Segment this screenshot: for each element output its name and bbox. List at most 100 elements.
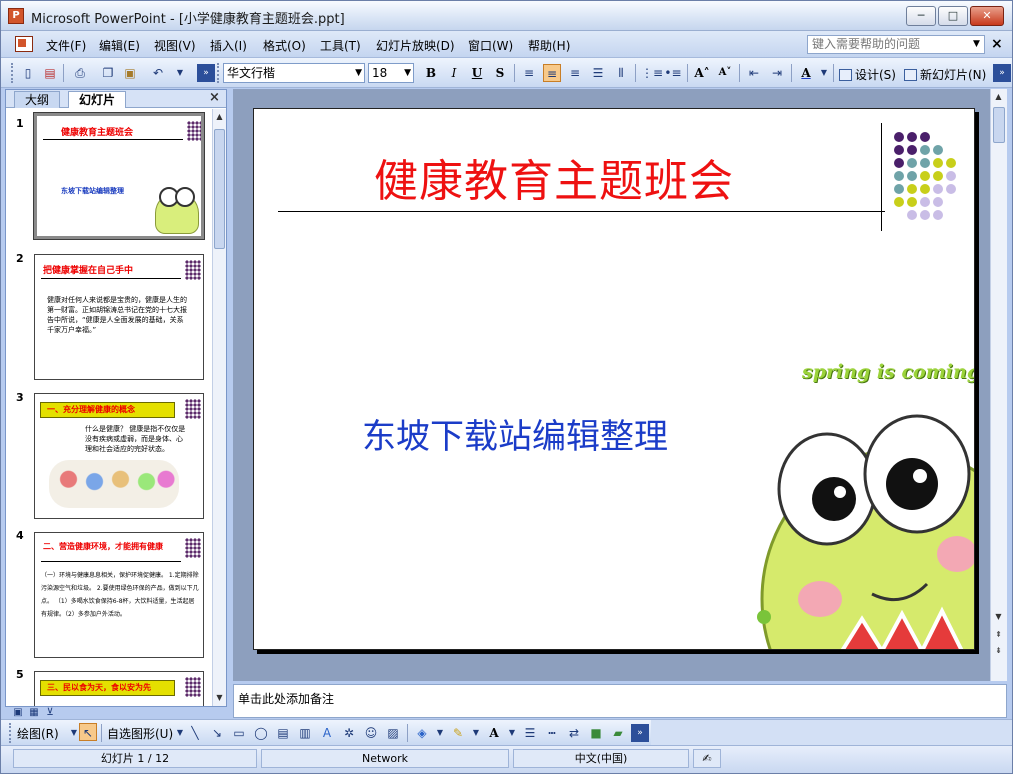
document-close-button[interactable]: × [991, 36, 1003, 52]
document-icon[interactable] [15, 36, 33, 52]
open-file-icon[interactable]: ▤ [41, 64, 59, 82]
next-slide-icon[interactable]: ⇟ [993, 645, 1004, 657]
align-center-icon[interactable]: ≡ [543, 64, 561, 82]
columns-icon[interactable]: ⫴ [612, 64, 630, 82]
align-left-icon[interactable]: ≡ [520, 64, 538, 82]
menu-edit[interactable]: 编辑(E) [99, 37, 140, 54]
current-slide[interactable]: 健康教育主题班会 东坡下载站编辑整理 spring is comin [253, 108, 975, 650]
decrease-font-icon[interactable]: A˅ [716, 64, 734, 82]
menu-help[interactable]: 帮助(H) [528, 37, 570, 54]
toolbar-options-icon[interactable]: » [197, 64, 215, 82]
undo-dropdown-icon[interactable]: ▼ [171, 64, 189, 82]
menu-insert[interactable]: 插入(I) [210, 37, 247, 54]
slide-thumbnail-5[interactable]: 三、民以食为天，食以安为先 [34, 671, 204, 706]
help-dropdown-arrow-icon[interactable]: ▼ [973, 39, 980, 49]
help-search-input[interactable]: 键入需要帮助的问题 [807, 35, 985, 54]
print-icon[interactable]: ⎙ [71, 64, 89, 82]
drawing-font-color-dropdown-icon[interactable]: ▼ [503, 724, 521, 742]
toolbar-grip[interactable] [217, 63, 220, 83]
increase-font-icon[interactable]: A˄ [693, 64, 711, 82]
shadow-style-icon[interactable]: ■ [587, 724, 605, 742]
fill-color-icon[interactable]: ◈ [413, 724, 431, 742]
thumbnails-scrollbar[interactable]: ▲ ▼ [212, 109, 226, 706]
numbering-icon[interactable]: ⋮≡ [641, 64, 663, 82]
close-button[interactable]: ✕ [970, 6, 1004, 26]
wordart-icon[interactable]: A [318, 724, 336, 742]
toolbar-options-icon[interactable]: » [993, 64, 1011, 82]
shadow-button[interactable]: S [491, 64, 509, 82]
notes-pane[interactable]: 单击此处添加备注 [233, 684, 1007, 718]
tab-outline[interactable]: 大纲 [14, 91, 61, 108]
fill-color-dropdown-icon[interactable]: ▼ [431, 724, 449, 742]
line-style-icon[interactable]: ☰ [521, 724, 539, 742]
select-pointer-icon[interactable]: ↖ [79, 723, 97, 741]
menu-format[interactable]: 格式(O) [263, 37, 306, 54]
design-button[interactable]: 设计(S) [839, 66, 896, 83]
copy-icon[interactable]: ❐ [99, 64, 117, 82]
slide-thumbnail-2[interactable]: 把健康掌握在自己手中 健康对任何人来说都是宝贵的，健康是人生的第一财富。正如胡锦… [34, 254, 204, 380]
scroll-down-icon[interactable]: ▼ [993, 611, 1004, 623]
toolbar-options-icon[interactable]: » [631, 724, 649, 742]
powerpoint-icon[interactable]: P [8, 8, 24, 24]
arrow-style-icon[interactable]: ⇄ [565, 724, 583, 742]
increase-indent-icon[interactable]: ⇥ [768, 64, 786, 82]
previous-slide-icon[interactable]: ⇞ [993, 629, 1004, 641]
vertical-textbox-icon[interactable]: ▥ [296, 724, 314, 742]
textbox-tool-icon[interactable]: ▤ [274, 724, 292, 742]
toolbar-grip[interactable] [9, 723, 12, 743]
justify-icon[interactable]: ☰ [589, 64, 607, 82]
align-right-icon[interactable]: ≡ [566, 64, 584, 82]
menu-slideshow[interactable]: 幻灯片放映(D) [376, 37, 455, 54]
line-tool-icon[interactable]: ╲ [186, 724, 204, 742]
tab-slides[interactable]: 幻灯片 [68, 91, 127, 108]
arrow-tool-icon[interactable]: ↘ [208, 724, 226, 742]
underline-button[interactable]: U [468, 64, 486, 82]
line-color-dropdown-icon[interactable]: ▼ [467, 724, 485, 742]
insert-picture-icon[interactable]: ▨ [384, 724, 402, 742]
menu-view[interactable]: 视图(V) [154, 37, 196, 54]
diagram-icon[interactable]: ✲ [340, 724, 358, 742]
drawing-font-color-icon[interactable]: A [485, 724, 503, 742]
slide-title[interactable]: 健康教育主题班会 [374, 145, 734, 209]
scroll-down-icon[interactable]: ▼ [214, 692, 225, 704]
scroll-thumb[interactable] [214, 129, 225, 249]
bullets-icon[interactable]: •≡ [664, 64, 682, 82]
autoshapes-button[interactable]: 自选图形(U) [107, 725, 173, 742]
clipart-icon[interactable]: ☺ [362, 724, 380, 742]
scroll-up-icon[interactable]: ▲ [993, 91, 1004, 103]
maximize-button[interactable]: □ [938, 6, 968, 26]
font-name-select[interactable]: 华文行楷 ▼ [223, 63, 365, 83]
slide-sorter-view-icon[interactable]: ▦ [27, 707, 41, 719]
slide-thumbnail-1[interactable]: 健康教育主题班会 东坡下载站编辑整理 [33, 112, 205, 240]
rectangle-tool-icon[interactable]: ▭ [230, 724, 248, 742]
3d-style-icon[interactable]: ▰ [609, 724, 627, 742]
toolbar-grip[interactable] [11, 63, 14, 83]
oval-tool-icon[interactable]: ◯ [252, 724, 270, 742]
minimize-button[interactable]: ─ [906, 6, 936, 26]
font-color-icon[interactable]: A [797, 64, 815, 82]
italic-button[interactable]: I [445, 64, 463, 82]
undo-icon[interactable]: ↶ [149, 64, 167, 82]
new-slide-button[interactable]: 新幻灯片(N) [904, 66, 986, 83]
slide-thumbnail-3[interactable]: 一、充分理解健康的概念 什么是健康？ 健康是指不仅仅是没有疾病或虚弱，而是身体、… [34, 393, 204, 519]
slideshow-view-icon[interactable]: ⊻ [43, 707, 57, 719]
dash-style-icon[interactable]: ┅ [543, 724, 561, 742]
draw-menu-button[interactable]: 绘图(R) [17, 725, 59, 742]
font-color-dropdown-icon[interactable]: ▼ [815, 64, 833, 82]
slide-thumbnail-4[interactable]: 二、营造健康环境，才能拥有健康 （一）环境与健康息息相关，保护环境促健康。 1.… [34, 532, 204, 658]
pane-close-button[interactable]: × [209, 90, 220, 105]
scroll-up-icon[interactable]: ▲ [214, 111, 225, 123]
menu-file[interactable]: 文件(F) [46, 37, 86, 54]
editor-scrollbar[interactable]: ▲ ▼ ⇞ ⇟ [990, 89, 1007, 681]
line-color-icon[interactable]: ✎ [449, 724, 467, 742]
menu-window[interactable]: 窗口(W) [468, 37, 513, 54]
scroll-thumb[interactable] [993, 107, 1005, 143]
normal-view-icon[interactable]: ▣ [11, 707, 25, 719]
spelling-status-icon[interactable]: ✍ [693, 749, 721, 768]
bold-button[interactable]: B [422, 64, 440, 82]
new-document-icon[interactable]: ▯ [19, 64, 37, 82]
decrease-indent-icon[interactable]: ⇤ [745, 64, 763, 82]
paste-icon[interactable]: ▣ [121, 64, 139, 82]
font-size-select[interactable]: 18 ▼ [368, 63, 414, 83]
slide-subtitle[interactable]: 东坡下载站编辑整理 [362, 409, 668, 458]
